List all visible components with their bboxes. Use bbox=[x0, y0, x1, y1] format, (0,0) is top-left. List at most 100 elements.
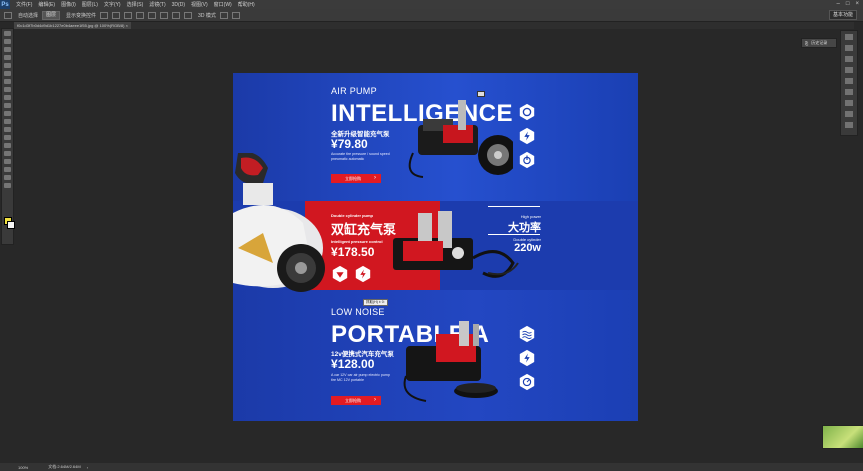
price-value: 128.00 bbox=[337, 357, 375, 371]
section1-price: ¥79.80 bbox=[331, 137, 368, 151]
menu-bar: Ps 文件(F) 编辑(E) 图像(I) 图层(L) 文字(Y) 选择(S) 滤… bbox=[0, 0, 863, 9]
move-tool[interactable] bbox=[4, 31, 11, 36]
menu-type[interactable]: 文字(Y) bbox=[104, 1, 121, 8]
lasso-tool[interactable] bbox=[4, 47, 11, 52]
buy-button-label: 立即抢购 bbox=[345, 398, 361, 403]
price-symbol: ¥ bbox=[331, 137, 338, 151]
marquee-tool[interactable] bbox=[4, 39, 11, 44]
divider-line bbox=[488, 206, 540, 207]
chevron-right-icon[interactable]: › bbox=[87, 465, 88, 470]
buy-button-label: 立即抢购 bbox=[345, 176, 361, 181]
menu-edit[interactable]: 编辑(E) bbox=[38, 1, 55, 8]
auto-select-checkbox[interactable]: 自动选择 bbox=[18, 12, 38, 19]
menu-3d[interactable]: 3D(D) bbox=[172, 2, 185, 8]
menu-layer[interactable]: 图层(L) bbox=[82, 1, 98, 8]
history-panel-button[interactable]: ⎘ 历史记录 bbox=[801, 38, 837, 48]
distribute-h-icon[interactable] bbox=[184, 11, 193, 19]
pen-tool[interactable] bbox=[4, 143, 11, 148]
shield-feature-icon bbox=[519, 103, 535, 121]
gauge-feature-icon bbox=[519, 373, 535, 391]
air-pump-product-image-1 bbox=[408, 100, 513, 178]
brush-tool[interactable] bbox=[4, 87, 11, 92]
gradient-tool[interactable] bbox=[4, 119, 11, 124]
section1-buy-button[interactable]: 立即抢购 › bbox=[331, 174, 381, 183]
quick-select-tool[interactable] bbox=[4, 55, 11, 60]
close-icon[interactable]: × bbox=[855, 1, 859, 7]
layer-select[interactable]: 图层 bbox=[42, 10, 61, 20]
section3-buy-button[interactable]: 立即抢购 › bbox=[331, 396, 381, 405]
healing-tool[interactable] bbox=[4, 79, 11, 84]
history-icon[interactable] bbox=[845, 34, 853, 40]
shape-tool[interactable] bbox=[4, 167, 11, 172]
rotate-3d-icon[interactable] bbox=[219, 11, 228, 19]
minimize-icon[interactable]: – bbox=[837, 1, 840, 7]
price-value: 178.50 bbox=[337, 245, 375, 259]
diamond-feature-icon bbox=[332, 265, 348, 283]
type-tool[interactable] bbox=[4, 151, 11, 156]
section1-desc-line2: pneumatic automatic bbox=[331, 156, 365, 161]
menu-select[interactable]: 选择(S) bbox=[127, 1, 144, 8]
section2-right-cn: 大功率 bbox=[508, 222, 541, 234]
bolt-feature-icon bbox=[355, 265, 371, 283]
eraser-tool[interactable] bbox=[4, 111, 11, 116]
dodge-tool[interactable] bbox=[4, 135, 11, 140]
channels-icon[interactable] bbox=[845, 111, 853, 117]
history-icon: ⎘ bbox=[805, 40, 809, 46]
zoom-level[interactable]: 100% bbox=[18, 465, 28, 470]
hand-tool[interactable] bbox=[4, 175, 11, 180]
lightning-feature-icon bbox=[519, 349, 535, 367]
window-controls: – □ × bbox=[837, 1, 859, 7]
color-icon[interactable] bbox=[845, 78, 853, 84]
properties-icon[interactable] bbox=[845, 45, 853, 51]
workspace-select[interactable]: 基本功能 bbox=[828, 10, 857, 20]
eyedropper-tool[interactable] bbox=[4, 71, 11, 76]
show-transform-checkbox[interactable]: 显示变换控件 bbox=[66, 12, 96, 19]
menu-window[interactable]: 窗口(W) bbox=[214, 1, 232, 8]
move-tool-icon[interactable] bbox=[4, 11, 12, 19]
section3-desc-line2: tire MC 12V portable bbox=[331, 377, 364, 382]
price-symbol: ¥ bbox=[331, 357, 338, 371]
menu-image[interactable]: 图像(I) bbox=[61, 1, 76, 8]
swatches-icon[interactable] bbox=[845, 89, 853, 95]
paths-icon[interactable] bbox=[845, 122, 853, 128]
layers-icon[interactable] bbox=[845, 100, 853, 106]
chevron-right-icon: › bbox=[374, 397, 376, 403]
align-center-icon[interactable] bbox=[148, 11, 157, 19]
align-left-icon[interactable] bbox=[136, 11, 145, 19]
history-brush-tool[interactable] bbox=[4, 103, 11, 108]
section2-subtitle: Intelligent pressure control bbox=[331, 239, 383, 244]
align-middle-icon[interactable] bbox=[112, 11, 121, 19]
maximize-icon[interactable]: □ bbox=[846, 1, 850, 7]
blur-tool[interactable] bbox=[4, 127, 11, 132]
menu-file[interactable]: 文件(F) bbox=[16, 1, 32, 8]
align-right-icon[interactable] bbox=[160, 11, 169, 19]
price-symbol: ¥ bbox=[331, 245, 338, 259]
adjustments-icon[interactable] bbox=[845, 56, 853, 62]
stamp-tool[interactable] bbox=[4, 95, 11, 100]
price-value: 79.80 bbox=[337, 137, 368, 151]
background-color-swatch[interactable] bbox=[7, 221, 15, 229]
align-top-icon[interactable] bbox=[100, 11, 109, 19]
distribute-icon[interactable] bbox=[172, 11, 181, 19]
section1-desc: Accurate tire pressure / sound speed pne… bbox=[331, 152, 390, 161]
menu-filter[interactable]: 滤镜(T) bbox=[149, 1, 165, 8]
pan-3d-icon[interactable] bbox=[231, 11, 240, 19]
section2-label: Double cylinder pump bbox=[331, 213, 374, 218]
path-select-tool[interactable] bbox=[4, 159, 11, 164]
menu-help[interactable]: 帮助(H) bbox=[238, 1, 255, 8]
crop-tool[interactable] bbox=[4, 63, 11, 68]
align-bottom-icon[interactable] bbox=[124, 11, 133, 19]
menu-view[interactable]: 视图(V) bbox=[191, 1, 208, 8]
styles-icon[interactable] bbox=[845, 67, 853, 73]
wave-feature-icon bbox=[519, 325, 535, 343]
zoom-tool[interactable] bbox=[4, 183, 11, 188]
document-size: 文档:2.64M/2.64M bbox=[48, 464, 81, 469]
divider-line bbox=[488, 234, 540, 235]
options-bar: 自动选择 图层 显示变换控件 3D 模式 基本功能 bbox=[0, 9, 863, 22]
tool-tooltip: 抓取(H) ± 0: bbox=[363, 299, 388, 306]
document-tab[interactable]: f0c1d3f7b0d4d9d1b1227e0b4aeee1f55.jpg @ … bbox=[14, 22, 131, 29]
status-bar: 100% 文档:2.64M/2.64M › bbox=[0, 463, 863, 471]
section3-desc: A car 12V car air pump electric pump tir… bbox=[331, 373, 390, 382]
double-cylinder-pump-image bbox=[393, 211, 519, 278]
document-canvas[interactable]: AIR PUMP INTELLIGENCE 全新升级智能充气泵 ¥79.80 A… bbox=[233, 73, 638, 421]
